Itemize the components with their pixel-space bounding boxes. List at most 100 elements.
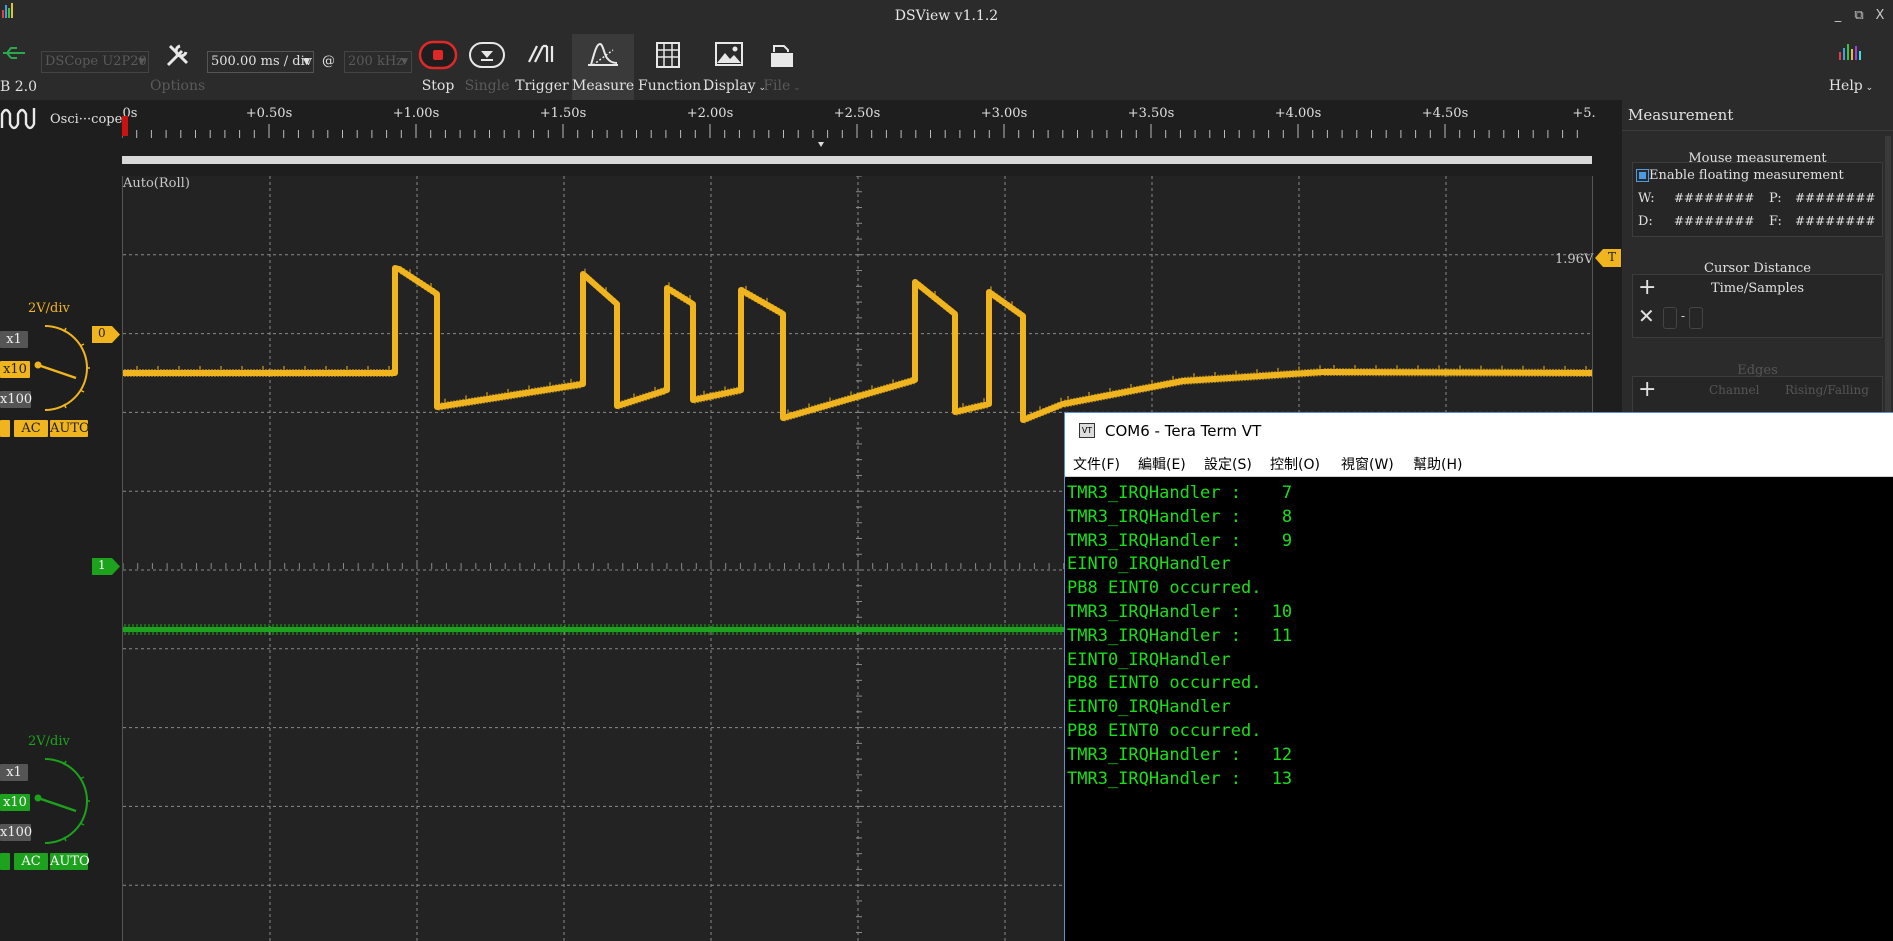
ch0-index-label: 0	[98, 326, 106, 340]
cursor-a-select[interactable]	[1663, 307, 1677, 329]
minimize-button[interactable]: _	[1830, 8, 1846, 24]
terminal-line: EINT0_IRQHandler	[1067, 649, 1231, 670]
cursor-b-select[interactable]	[1689, 307, 1703, 329]
tera-menu-file[interactable]: 文件(F)	[1073, 454, 1120, 474]
tera-menu-control[interactable]: 控制(O)	[1270, 454, 1320, 474]
cursor-distance-box: Cursor Distance + Time/Samples ✕ -	[1632, 261, 1883, 338]
file-menu[interactable]: File ⌄	[760, 34, 804, 100]
trigger-level-marker[interactable]: T	[1595, 249, 1621, 267]
usb-icon	[3, 47, 25, 59]
add-edge-icon[interactable]: +	[1638, 379, 1656, 401]
tera-term-window[interactable]: VT COM6 - Tera Term VT 文件(F) 編輯(E) 設定(S)…	[1064, 412, 1893, 941]
f-label: F:	[1769, 214, 1782, 229]
mode-label: Osci···cope	[50, 112, 123, 127]
ch1-vdiv-label: 2V/div	[28, 734, 70, 749]
terminal-line: TMR3_IRQHandler : 11	[1067, 625, 1293, 646]
floating-measurement-label: Enable floating measurement	[1649, 168, 1844, 183]
function-label: Function ⌄	[638, 78, 712, 94]
toolbar: B 2.0 DSCope U2P20 ▼ Options 500.00 ms /…	[0, 34, 1893, 100]
title-bar: DSView v1.1.2 _ ⧉ X	[0, 0, 1893, 34]
f-value: ########	[1795, 214, 1876, 228]
terminal-line: EINT0_IRQHandler	[1067, 697, 1231, 718]
d-value: ########	[1674, 214, 1755, 228]
terminal-line: PB8 EINT0 occurred.	[1067, 578, 1262, 599]
file-icon	[771, 45, 793, 67]
timebase-select-value: 500.00 ms / div	[211, 54, 313, 69]
tera-menu-help[interactable]: 幫助(H)	[1413, 454, 1462, 474]
device-select[interactable]: DSCope U2P20 ▼	[41, 51, 149, 73]
samplerate-select[interactable]: 200 kHz ▼	[344, 51, 412, 73]
ch0-x10-button[interactable]: x10	[0, 361, 30, 378]
function-icon	[656, 42, 680, 68]
panel-scrollbar[interactable]	[1885, 136, 1891, 420]
cursor-dash: -	[1681, 309, 1686, 323]
restore-button[interactable]: ⧉	[1851, 8, 1867, 24]
app-title: DSView v1.1.2	[894, 8, 999, 24]
ch0-dc-button[interactable]	[0, 420, 10, 437]
tera-menu-window[interactable]: 視窗(W)	[1341, 454, 1394, 474]
oscilloscope-mode[interactable]: Osci···cope	[0, 104, 122, 132]
ch1-x100-button[interactable]: x100	[0, 824, 32, 841]
ch0-vdiv-label: 2V/div	[28, 301, 70, 316]
timebase-select[interactable]: 500.00 ms / div ▼	[207, 51, 314, 73]
ch0-offset-marker[interactable]: 0	[92, 326, 120, 343]
ch1-x10-button[interactable]: x10	[0, 794, 30, 811]
ch1-index-label: 1	[98, 558, 106, 572]
trigger-label: Trigger	[515, 78, 569, 94]
tera-terminal-screen[interactable]: TMR3_IRQHandler : 7 TMR3_IRQHandler : 8 …	[1065, 477, 1893, 941]
trigger-button[interactable]: Trigger	[514, 34, 570, 100]
single-label: Single	[464, 78, 510, 94]
chevron-down-icon: ▼	[401, 57, 408, 67]
usb-label: B 2.0	[0, 79, 38, 95]
remove-cursor-icon[interactable]: ✕	[1638, 305, 1655, 327]
measurement-panel: Measurement Mouse measurement Enable flo…	[1622, 100, 1893, 420]
ch1-auto-button[interactable]: AUTO	[50, 853, 90, 870]
terminal-line: TMR3_IRQHandler : 12	[1067, 744, 1293, 765]
terminal-line: TMR3_IRQHandler : 13	[1067, 768, 1293, 789]
ch1-offset-marker[interactable]: 1	[92, 558, 120, 575]
function-menu[interactable]: Function ⌄	[638, 34, 712, 100]
time-samples-label: Time/Samples	[1710, 281, 1805, 296]
ch1-ac-button[interactable]: AC	[14, 853, 48, 870]
usb-status: B 2.0	[0, 34, 40, 100]
tera-menu-edit[interactable]: 編輯(E)	[1138, 454, 1186, 474]
samplerate-select-value: 200 kHz	[348, 54, 404, 69]
measure-icon	[588, 42, 618, 66]
display-menu[interactable]: Display ⌄	[703, 34, 766, 100]
help-menu[interactable]: Help ⌄	[1826, 34, 1876, 100]
stop-button[interactable]: Stop	[416, 34, 460, 100]
trigger-icon	[528, 44, 554, 63]
help-logo-icon	[1839, 44, 1861, 60]
close-button[interactable]: X	[1872, 8, 1888, 24]
ch0-ac-button[interactable]: AC	[14, 420, 48, 437]
tera-title-bar[interactable]: VT COM6 - Tera Term VT	[1065, 413, 1893, 449]
display-image-icon	[715, 42, 743, 66]
stop-icon	[418, 40, 458, 70]
at-label: @	[322, 54, 335, 69]
options-button[interactable]: Options	[150, 34, 205, 100]
edges-channel-label: Channel	[1709, 383, 1760, 397]
channel-0-controls: 2V/div x1 x10 x100 AC AUTO	[0, 300, 122, 440]
chevron-down-icon: ▼	[138, 57, 145, 67]
terminal-line: TMR3_IRQHandler : 8	[1067, 506, 1293, 527]
floating-measurement-checkbox[interactable]	[1636, 169, 1649, 182]
tera-title: COM6 - Tera Term VT	[1105, 422, 1262, 440]
measure-button[interactable]: Measure	[572, 34, 634, 100]
ch1-waveform	[123, 624, 1068, 635]
ch0-x100-button[interactable]: x100	[0, 391, 32, 408]
ch1-x1-button[interactable]: x1	[0, 764, 28, 781]
ch0-x1-button[interactable]: x1	[0, 331, 28, 348]
device-select-value: DSCope U2P20	[45, 54, 147, 69]
ch0-auto-button[interactable]: AUTO	[50, 420, 90, 437]
tera-menu-setup[interactable]: 設定(S)	[1204, 454, 1252, 474]
single-capture-icon	[469, 42, 505, 68]
w-value: ########	[1674, 191, 1755, 205]
single-button[interactable]: Single	[464, 34, 510, 100]
terminal-line: PB8 EINT0 occurred.	[1067, 720, 1262, 741]
edges-title: Edges	[1737, 363, 1778, 378]
chevron-down-icon: ▼	[303, 57, 310, 67]
ruler-scale	[122, 116, 1592, 164]
time-ruler[interactable]: 0s +0.50s +1.00s +1.50s +2.00s +2.50s +3.00s +3…	[122, 100, 1596, 168]
mouse-measurement-box: Mouse measurement Enable floating measur…	[1632, 151, 1883, 237]
ch1-dc-button[interactable]	[0, 853, 10, 870]
